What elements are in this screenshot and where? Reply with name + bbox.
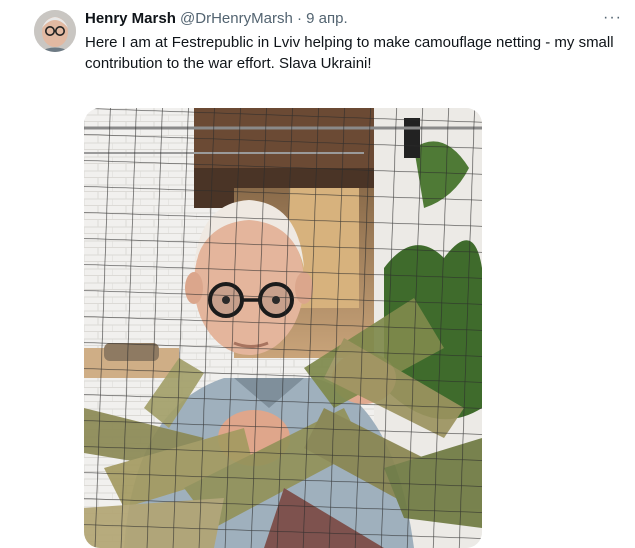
tweet-header: Henry Marsh @DrHenryMarsh · 9 апр. xyxy=(85,9,348,29)
tweet-timestamp[interactable]: 9 апр. xyxy=(306,10,347,27)
author-avatar[interactable] xyxy=(34,10,76,52)
author-name[interactable]: Henry Marsh xyxy=(85,10,176,27)
photo-image xyxy=(84,108,482,548)
avatar-image xyxy=(34,10,76,52)
author-handle[interactable]: @DrHenryMarsh xyxy=(180,10,293,27)
tweet-text: Here I am at Festrepublic in Lviv helpin… xyxy=(85,34,614,72)
tweet: Henry Marsh @DrHenryMarsh · 9 апр. ··· H… xyxy=(0,0,635,548)
more-horizontal-icon[interactable]: ··· xyxy=(603,10,622,26)
header-separator: · xyxy=(296,10,302,27)
tweet-photo[interactable] xyxy=(84,108,482,548)
